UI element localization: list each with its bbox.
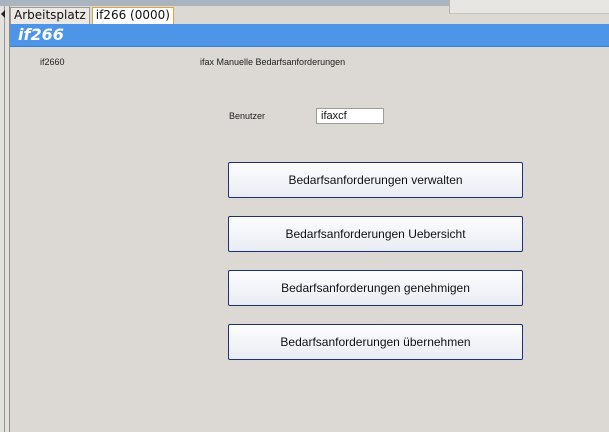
page-title: if266 xyxy=(18,25,64,44)
application-window: Arbeitsplatz if266 (0000) if266 if2660 i… xyxy=(0,0,609,432)
header-bar: if266 xyxy=(10,24,609,47)
gutter-divider xyxy=(4,6,5,432)
approve-requests-button[interactable]: Bedarfsanforderungen genehmigen xyxy=(228,270,523,306)
tab-arbeitsplatz[interactable]: Arbeitsplatz xyxy=(10,7,90,24)
left-gutter[interactable] xyxy=(0,6,10,432)
transfer-requests-button[interactable]: Bedarfsanforderungen übernehmen xyxy=(228,324,523,360)
tab-if266[interactable]: if266 (0000) xyxy=(91,7,174,24)
user-field[interactable]: ifaxcf xyxy=(316,108,384,124)
main-content: if2660 ifax Manuelle Bedarfsanforderunge… xyxy=(10,47,609,432)
tab-bar: Arbeitsplatz if266 (0000) xyxy=(10,6,176,24)
overview-requests-button[interactable]: Bedarfsanforderungen Uebersicht xyxy=(228,216,523,252)
user-label: Benutzer xyxy=(229,111,266,121)
top-right-panel xyxy=(449,0,609,14)
collapse-arrow-icon[interactable] xyxy=(1,10,5,18)
program-id-label: if2660 xyxy=(40,57,65,67)
manage-requests-button[interactable]: Bedarfsanforderungen verwalten xyxy=(228,162,523,198)
module-title-label: ifax Manuelle Bedarfsanforderungen xyxy=(200,57,346,67)
